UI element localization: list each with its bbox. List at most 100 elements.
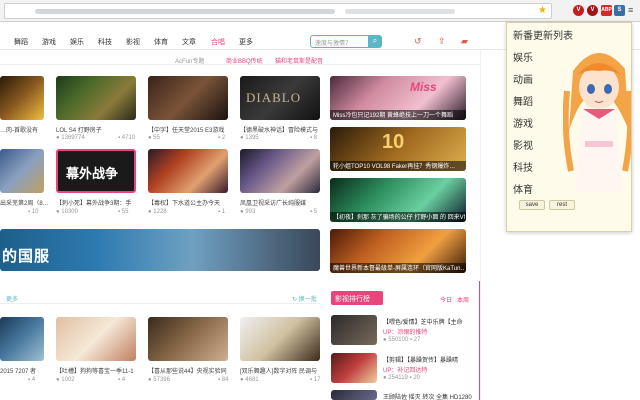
- nav-item-ent[interactable]: 娱乐: [70, 37, 84, 47]
- search-icon[interactable]: ⌕: [368, 35, 382, 48]
- popup-item-anime[interactable]: 动画: [513, 71, 533, 86]
- comment-count: ▪ 4: [28, 377, 36, 383]
- play-count: ● 1002: [56, 377, 75, 383]
- menu-icon[interactable]: ≡: [628, 5, 633, 15]
- rank-thumb[interactable]: [331, 315, 377, 345]
- video-thumb[interactable]: [0, 76, 44, 120]
- miss-logo: Miss: [410, 80, 437, 94]
- video-thumb[interactable]: [240, 149, 320, 193]
- comment-count: ▪ 55: [118, 209, 129, 215]
- nav-item-tech[interactable]: 科技: [98, 37, 112, 47]
- rank-title[interactable]: 王顾陆佐 摇灭 转次 全集 HD1280: [383, 392, 472, 400]
- extension-active-icon[interactable]: S: [614, 5, 625, 16]
- video-thumb[interactable]: [56, 317, 136, 361]
- video-title[interactable]: 【毒权】下水道公主办今天: [148, 198, 228, 207]
- thumb-overlay-text: 幕外战争: [66, 166, 119, 181]
- nav-item-sport[interactable]: 体育: [154, 37, 168, 47]
- nav-item-game[interactable]: 游戏: [42, 37, 56, 47]
- more-link[interactable]: 更多: [6, 294, 18, 303]
- popup-item-dance[interactable]: 舞蹈: [513, 93, 533, 108]
- video-title[interactable]: 2015 7207 者: [0, 366, 52, 375]
- rank-title[interactable]: 【喂色/爱情】芝中乐牌【主命: [383, 317, 463, 326]
- bookmark-star-icon[interactable]: ★: [538, 5, 547, 16]
- video-title[interactable]: LOL S4 打野房子: [56, 125, 136, 134]
- folder-icon[interactable]: ▰: [461, 36, 468, 47]
- address-bar[interactable]: ★: [4, 3, 552, 19]
- rank-title[interactable]: 【剪辑】【暴躁贺传】暴躁晴: [383, 355, 458, 364]
- play-count: ● 55: [148, 135, 160, 141]
- rank-uploader[interactable]: UP：补记回达特: [383, 365, 427, 374]
- sub-link-tom[interactable]: 猫和老鼠斯是配音: [275, 56, 323, 65]
- feature-title: 轮小姐TOP10 VOL98 Faker再挂？秀钢爆炸…: [333, 164, 456, 170]
- video-title[interactable]: 【刺小死】幕外战争3期：手: [56, 198, 136, 207]
- rank-thumb[interactable]: [331, 353, 377, 383]
- video-thumb[interactable]: [56, 76, 136, 120]
- video-title[interactable]: 出采芜第2周（8…: [0, 198, 52, 207]
- url-text-redacted-2: [345, 9, 455, 14]
- tab-today[interactable]: 今日: [440, 295, 452, 304]
- feature-thumb[interactable]: 魔兽世界新本督最级单-屏属连环（官网版KaTun…: [330, 229, 466, 273]
- promo-banner[interactable]: 的国服: [0, 229, 320, 271]
- extension-popup: 新番更新列表 娱乐 动画 舞蹈 游戏 影视 科技 体育 save rest: [506, 22, 632, 232]
- url-text-redacted: [35, 9, 335, 14]
- video-thumb[interactable]: [0, 149, 44, 193]
- popup-item-film[interactable]: 影视: [513, 137, 533, 152]
- video-title[interactable]: 【中字】任天堂2015 E3游戏: [148, 125, 228, 134]
- popup-title: 新番更新列表: [513, 31, 573, 42]
- comment-count: ▪ 2: [218, 135, 226, 141]
- video-title[interactable]: 凤凰卫视采访广长纯服媒: [240, 198, 320, 207]
- popup-item-sport[interactable]: 体育: [513, 181, 533, 196]
- nav-item-dance[interactable]: 舞蹈: [14, 37, 28, 47]
- rank-stats: ● 550100 ▪ 27: [383, 337, 421, 343]
- video-title[interactable]: 【喜从那些说44】央视实验同: [148, 366, 228, 375]
- feature-title: 【初夜】刹那 灰了骗场的公仔 打野小面 的 回来VN…: [333, 215, 465, 221]
- sub-link-bbq[interactable]: 商业BBQ传统: [226, 56, 263, 65]
- browser-toolbar: ★ V V ABP S ≡: [0, 0, 640, 22]
- nav-item-film[interactable]: 影视: [126, 37, 140, 47]
- video-thumb[interactable]: [240, 317, 320, 361]
- extension-v-icon[interactable]: V: [573, 5, 584, 16]
- play-count: ● 1369774: [56, 135, 85, 141]
- refresh-button[interactable]: ↻ 换一批: [292, 294, 317, 303]
- search-input[interactable]: 速度与激情7: [310, 35, 370, 48]
- save-button[interactable]: save: [519, 200, 545, 210]
- video-title[interactable]: 【德黑破水神话】冒险模式与: [240, 125, 320, 134]
- feature-thumb[interactable]: 10 轮小姐TOP10 VOL98 Faker再挂？秀钢爆炸…: [330, 127, 466, 171]
- video-thumb[interactable]: [0, 317, 44, 361]
- ranking-border: [470, 281, 480, 400]
- extension-v2-icon[interactable]: V: [587, 5, 598, 16]
- anime-girl-illustration: [563, 52, 631, 191]
- video-thumb[interactable]: [148, 76, 228, 120]
- comment-count: ▪ 8: [310, 135, 318, 141]
- history-icon[interactable]: ↺: [414, 36, 422, 47]
- video-thumb[interactable]: 幕外战争: [56, 149, 136, 193]
- feature-thumb[interactable]: 【初夜】刹那 灰了骗场的公仔 打野小面 的 回来VN…: [330, 178, 466, 222]
- video-title[interactable]: 【吐槽】狗狗等喜宝一季11-1: [56, 366, 136, 375]
- section-divider: [0, 303, 320, 304]
- popup-item-ent[interactable]: 娱乐: [513, 49, 533, 64]
- nav-item-article[interactable]: 文章: [182, 37, 196, 47]
- feature-thumb[interactable]: Miss Miss冷包只记192期 黄蜂绝技上一刀一个舞蹈: [330, 76, 466, 120]
- rank-thumb[interactable]: [331, 390, 377, 400]
- video-title[interactable]: [双乐舞趣人]数字对阵 民调与: [240, 366, 320, 375]
- popup-item-game[interactable]: 游戏: [513, 115, 533, 130]
- rank-uploader[interactable]: UP：凉眼的推特: [383, 327, 427, 336]
- tab-week[interactable]: 本周: [457, 295, 469, 304]
- nav-item-more[interactable]: 更多: [239, 37, 253, 47]
- comment-count: ▪ 5: [310, 209, 318, 215]
- adblock-icon[interactable]: ABP: [601, 5, 612, 16]
- video-thumb[interactable]: DIABLO: [240, 76, 320, 120]
- video-thumb[interactable]: [148, 149, 228, 193]
- comment-count: ▪ 1: [218, 209, 226, 215]
- video-title[interactable]: …肉-首歌没有: [0, 125, 52, 134]
- sub-link-topic[interactable]: AcFun专题: [175, 56, 204, 65]
- upload-icon[interactable]: ⇪: [438, 36, 446, 47]
- play-count: ● 993: [240, 209, 256, 215]
- reset-button[interactable]: rest: [549, 200, 575, 210]
- video-thumb[interactable]: [148, 317, 228, 361]
- popup-item-tech[interactable]: 科技: [513, 159, 533, 174]
- play-count: ● 57396: [148, 377, 170, 383]
- nav-item-chorus[interactable]: 合唱: [211, 37, 225, 47]
- play-count: ● 10300: [56, 209, 78, 215]
- feature-title: 魔兽世界新本督最级单-屏属连环（官网版KaTun…: [333, 266, 465, 272]
